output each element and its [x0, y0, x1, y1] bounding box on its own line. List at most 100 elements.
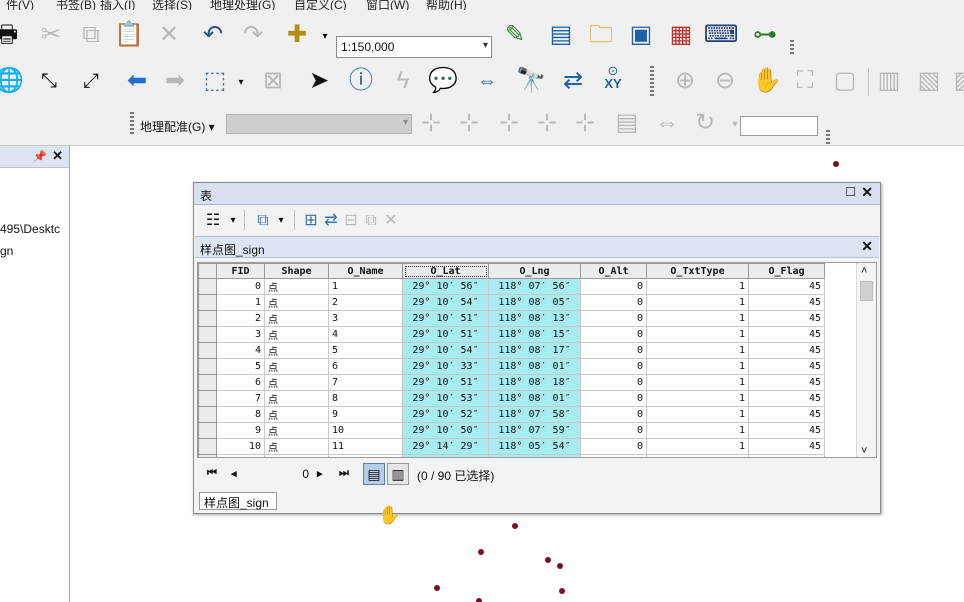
- zoom-in-disabled-icon[interactable]: ⊕: [670, 66, 700, 96]
- table-cell[interactable]: 29° 10′ 51″: [402, 310, 489, 327]
- row-selector[interactable]: [198, 310, 217, 327]
- table-window-titlebar[interactable]: 表 ☐ ✕: [194, 183, 880, 205]
- add-data-icon[interactable]: ✚: [282, 20, 312, 50]
- add-data-dropdown-icon[interactable]: ▾: [312, 24, 338, 50]
- table-cell[interactable]: 118° 08′ 17″: [488, 342, 581, 359]
- fixed-zoom-in-icon[interactable]: ⤡: [34, 66, 64, 96]
- table-cell[interactable]: 45: [748, 326, 825, 343]
- maximize-icon[interactable]: ☐: [845, 185, 856, 199]
- row-selector[interactable]: [198, 278, 217, 295]
- table-cell[interactable]: 45: [748, 454, 825, 457]
- zoom-out-disabled-icon[interactable]: ⊖: [710, 66, 740, 96]
- table-row[interactable]: 6 点 7 29° 10′ 51″ 118° 08′ 18″ 0 1 45: [198, 374, 825, 391]
- column-header[interactable]: O_Name: [328, 263, 403, 279]
- table-cell[interactable]: 1: [646, 454, 749, 457]
- menu-insert[interactable]: 插入(I): [100, 0, 135, 10]
- catalog-icon[interactable]: 🗀: [586, 20, 616, 50]
- attribute-grid[interactable]: FID Shape O_Name O_Lat O_Lng O_Alt O_Txt…: [197, 262, 877, 458]
- table-cell[interactable]: 6: [216, 374, 265, 391]
- identify-icon[interactable]: ⓘ: [346, 66, 376, 96]
- column-header[interactable]: FID: [216, 263, 265, 279]
- table-cell[interactable]: 点: [264, 294, 329, 311]
- table-cell[interactable]: 118° 08′ 13″: [488, 310, 581, 327]
- layout-more-icon[interactable]: ▨: [950, 66, 964, 96]
- chevron-down-icon[interactable]: ˅: [861, 445, 867, 457]
- table-cell[interactable]: 8: [216, 406, 265, 423]
- current-record-field[interactable]: 0: [249, 464, 313, 484]
- table-cell[interactable]: 点: [264, 374, 329, 391]
- table-cell[interactable]: 1: [216, 294, 265, 311]
- georeferencing-menu[interactable]: 地理配准(G) ▾: [140, 118, 215, 135]
- table-bottom-tab[interactable]: 样点图_sign: [199, 492, 277, 510]
- table-cell[interactable]: 0: [580, 406, 647, 423]
- table-cell[interactable]: 7: [328, 374, 403, 391]
- go-to-xy-icon[interactable]: ⊙ XY: [598, 62, 628, 92]
- menu-customize[interactable]: 自定义(C): [294, 0, 347, 10]
- table-cell[interactable]: 0: [580, 358, 647, 375]
- clear-selection-icon[interactable]: ⊠: [258, 66, 288, 96]
- find-icon[interactable]: 🔭: [516, 66, 546, 96]
- select-features-icon[interactable]: ⬚: [200, 66, 230, 96]
- close-icon[interactable]: ✕: [52, 148, 63, 164]
- table-cell[interactable]: 0: [580, 310, 647, 327]
- table-cell[interactable]: 118° 05′ 54″: [488, 438, 581, 455]
- table-cell[interactable]: 45: [748, 278, 825, 295]
- table-cell[interactable]: 0: [580, 294, 647, 311]
- table-cell[interactable]: 点: [264, 390, 329, 407]
- table-cell[interactable]: 29° 10′ 33″: [402, 358, 489, 375]
- table-cell[interactable]: 0: [580, 374, 647, 391]
- select-dropdown-icon[interactable]: ▾: [228, 70, 254, 96]
- table-options-dropdown-icon[interactable]: ▾: [220, 208, 246, 234]
- previous-record-icon[interactable]: ◂: [231, 467, 237, 480]
- table-cell[interactable]: 1: [646, 438, 749, 455]
- table-cell[interactable]: 45: [748, 358, 825, 375]
- menu-help[interactable]: 帮助(H): [426, 0, 467, 10]
- table-cell[interactable]: 0: [580, 390, 647, 407]
- row-selector[interactable]: [198, 374, 217, 391]
- table-cell[interactable]: 118° 08′ 15″: [488, 326, 581, 343]
- column-header[interactable]: O_TxtType: [646, 263, 749, 279]
- row-selector[interactable]: [198, 390, 217, 407]
- table-cell[interactable]: 0: [580, 454, 647, 457]
- measure-icon[interactable]: ⇔: [472, 66, 502, 96]
- print-icon[interactable]: 🖶: [0, 20, 22, 50]
- table-cell[interactable]: 2: [328, 294, 403, 311]
- column-header[interactable]: Shape: [264, 263, 329, 279]
- row-selector[interactable]: [198, 454, 217, 457]
- table-cell[interactable]: 4: [216, 342, 265, 359]
- table-cell[interactable]: 10: [328, 422, 403, 439]
- table-cell[interactable]: 29° 10′ 54″: [402, 294, 489, 311]
- table-cell[interactable]: 5: [216, 358, 265, 375]
- table-row[interactable]: 2 点 3 29° 10′ 51″ 118° 08′ 13″ 0 1 45: [198, 310, 825, 327]
- table-cell[interactable]: 1: [646, 406, 749, 423]
- cut-icon[interactable]: ✂: [36, 20, 66, 50]
- table-row[interactable]: 1 点 2 29° 10′ 54″ 118° 08′ 05″ 0 1 45: [198, 294, 825, 311]
- next-record-icon[interactable]: ▸: [317, 467, 323, 480]
- full-extent-disabled-icon[interactable]: ⛶: [790, 66, 820, 96]
- table-cell[interactable]: 点: [264, 326, 329, 343]
- map-scale-combobox[interactable]: 1:150,000 ▾: [336, 36, 492, 58]
- table-cell[interactable]: 3: [328, 310, 403, 327]
- table-cell[interactable]: 29° 10′ 53″: [402, 390, 489, 407]
- table-cell[interactable]: 45: [748, 406, 825, 423]
- table-cell[interactable]: 10: [216, 438, 265, 455]
- table-row[interactable]: 5 点 6 29° 10′ 33″ 118° 08′ 01″ 0 1 45: [198, 358, 825, 375]
- chevron-down-icon[interactable]: ▾: [403, 117, 408, 128]
- toolbar-grip[interactable]: [130, 112, 134, 134]
- table-cell[interactable]: 5: [328, 342, 403, 359]
- table-cell[interactable]: 29° 10′ 56″: [402, 278, 489, 295]
- toc-path-text[interactable]: 495\Desktc: [0, 222, 60, 236]
- show-all-records-button[interactable]: ▤: [363, 463, 385, 485]
- table-cell[interactable]: 3: [216, 326, 265, 343]
- rotation-angle-input[interactable]: [740, 116, 818, 136]
- undo-icon[interactable]: ↶: [198, 20, 228, 50]
- table-tab-header[interactable]: 样点图_sign ✕: [195, 236, 879, 258]
- close-icon[interactable]: ✕: [861, 184, 873, 201]
- table-cell[interactable]: 1: [646, 422, 749, 439]
- table-cell[interactable]: 8: [328, 390, 403, 407]
- row-selector[interactable]: [198, 406, 217, 423]
- menu-geoprocessing[interactable]: 地理处理(G): [210, 0, 275, 10]
- column-header[interactable]: O_Flag: [748, 263, 825, 279]
- view-link-table-icon[interactable]: ▤: [612, 108, 642, 138]
- table-cell[interactable]: 0: [580, 422, 647, 439]
